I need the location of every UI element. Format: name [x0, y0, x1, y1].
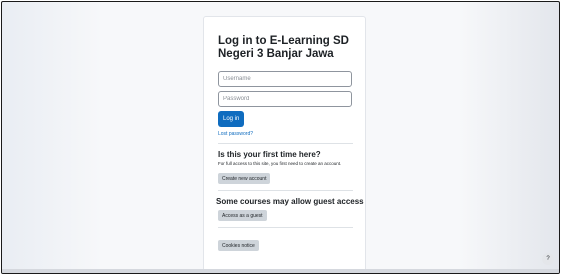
divider: [218, 227, 353, 228]
guest-access-button[interactable]: Access as a guest: [218, 210, 267, 221]
guest-access-heading: Some courses may allow guest access: [216, 197, 364, 206]
login-card: Log in to E-Learning SD Negeri 3 Banjar …: [203, 16, 366, 273]
create-account-button[interactable]: Create new account: [218, 173, 271, 184]
divider: [218, 143, 353, 144]
username-input[interactable]: [218, 71, 352, 87]
lost-password-link[interactable]: Lost password?: [218, 131, 353, 137]
first-time-heading: Is this your first time here?: [218, 150, 321, 159]
password-input[interactable]: [218, 91, 352, 107]
login-title: Log in to E-Learning SD Negeri 3 Banjar …: [218, 35, 349, 60]
browser-viewport: Log in to E-Learning SD Negeri 3 Banjar …: [1, 1, 560, 274]
first-time-text: For full access to this site, you first …: [218, 161, 342, 166]
bottom-strip: [2, 269, 559, 273]
divider: [218, 190, 353, 191]
help-button[interactable]: ?: [542, 253, 554, 265]
login-button[interactable]: Log in: [218, 111, 245, 127]
cookies-notice-button[interactable]: Cookies notice: [218, 240, 259, 251]
